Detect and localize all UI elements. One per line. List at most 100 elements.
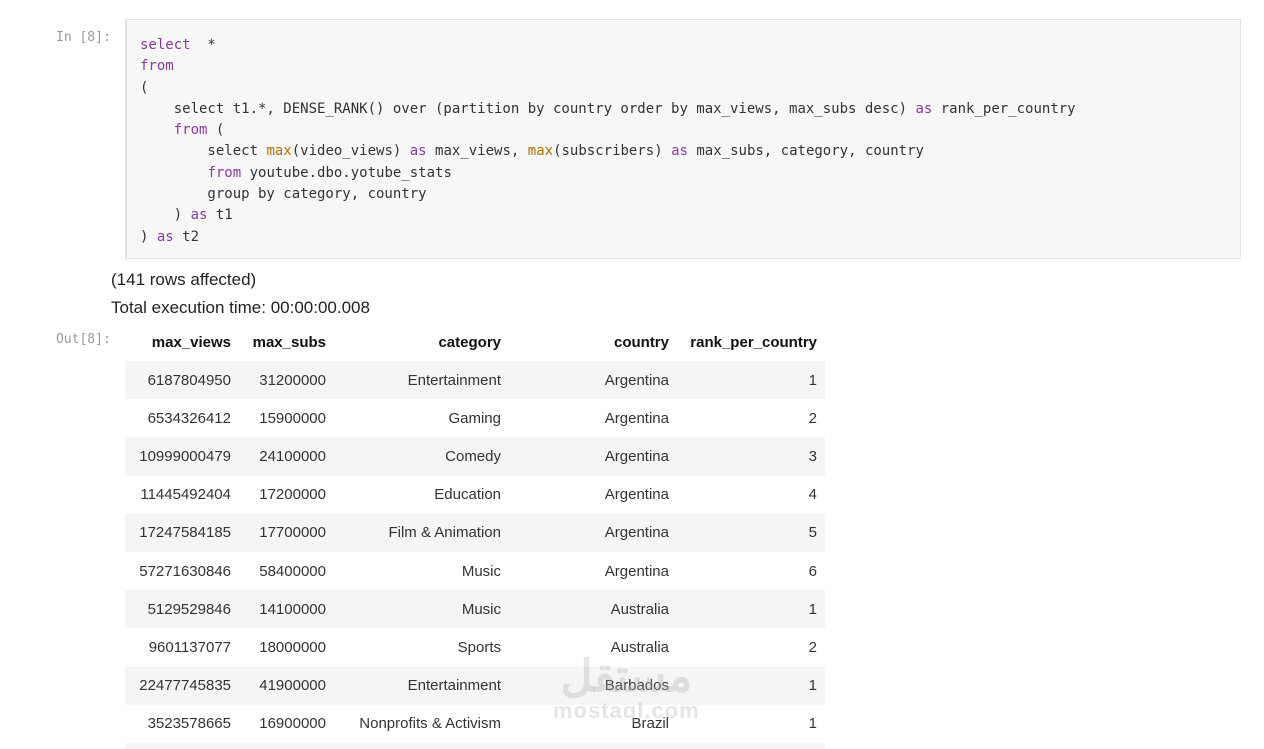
column-header-rank-per-country: rank_per_country bbox=[690, 334, 817, 351]
cell-category: Music bbox=[461, 562, 501, 580]
cell-max-subs: 16900000 bbox=[259, 715, 326, 733]
cell-country: Argentina bbox=[509, 437, 677, 476]
cell-rank: 4 bbox=[808, 486, 817, 504]
code-function: max bbox=[527, 143, 554, 160]
code-keyword: from bbox=[140, 58, 174, 75]
cell-category: Music bbox=[334, 590, 509, 629]
cell-max-views: 10999000479 bbox=[125, 437, 239, 476]
code-text: ( bbox=[140, 79, 149, 96]
cell-country bbox=[509, 742, 677, 749]
code-text: ( bbox=[207, 122, 225, 139]
code-keyword: as bbox=[915, 100, 933, 117]
cell-country: Argentina bbox=[604, 409, 669, 427]
code-keyword: as bbox=[409, 143, 427, 160]
cell-max-views: 9601137077 bbox=[148, 638, 231, 656]
cell-country: Australia bbox=[509, 590, 677, 629]
code-text: select t1.*, DENSE_RANK() over (partitio… bbox=[140, 100, 916, 117]
code-text: max_views, bbox=[426, 143, 528, 160]
cell-max-views: 5129529846 bbox=[125, 590, 239, 629]
cell-rank: 1 bbox=[808, 715, 817, 733]
code-text: youtube.dbo.yotube_stats bbox=[241, 164, 452, 181]
cell-max-subs: 24100000 bbox=[239, 437, 334, 476]
code-text: select bbox=[140, 143, 267, 160]
table-row: 5129529846 14100000 Music Australia 1 bbox=[125, 590, 825, 629]
cell-max-subs: 18000000 bbox=[259, 638, 326, 656]
input-prompt: In [8]: bbox=[56, 30, 111, 45]
cell-max-views: 3523578665 bbox=[147, 715, 231, 733]
code-text: * bbox=[190, 37, 216, 53]
cell-max-subs: 17200000 bbox=[259, 486, 326, 504]
cell-rank: 3 bbox=[677, 437, 825, 476]
table-row: 10999000479 24100000 Comedy Argentina 3 bbox=[125, 437, 825, 476]
cell-max-views: 6187804950 bbox=[125, 361, 239, 400]
cell-max-views: 11445492404 bbox=[140, 486, 231, 504]
cell-category: Comedy bbox=[334, 437, 509, 476]
cell-max-subs: 15900000 bbox=[259, 409, 326, 427]
cell-rank bbox=[677, 742, 825, 749]
code-text: ) bbox=[140, 228, 157, 245]
table-header-row: max_views max_subs category country rank… bbox=[125, 324, 825, 361]
cell-category: Sports bbox=[457, 638, 501, 656]
code-text: max_subs, category, country bbox=[687, 143, 924, 160]
code-function: max bbox=[266, 143, 292, 160]
cell-rank: 6 bbox=[808, 562, 817, 580]
output-prompt: Out[8]: bbox=[56, 332, 111, 347]
table-row: 17247584185 17700000 Film & Animation Ar… bbox=[125, 513, 825, 552]
table-row: 6534326412 15900000 Gaming Argentina 2 bbox=[125, 399, 825, 437]
cell-category bbox=[334, 742, 509, 749]
cell-max-views: 17247584185 bbox=[125, 513, 239, 552]
cell-max-subs: 58400000 bbox=[259, 562, 326, 580]
code-text: t2 bbox=[173, 228, 200, 245]
cell-category: Nonprofits & Activism bbox=[359, 715, 501, 733]
cell-max-subs: 17700000 bbox=[239, 513, 334, 552]
code-text: ) bbox=[140, 207, 191, 224]
column-header-category: category bbox=[438, 334, 501, 351]
results-table: max_views max_subs category country rank… bbox=[125, 324, 825, 749]
code-keyword: select bbox=[140, 37, 191, 53]
table-row: 6187804950 31200000 Entertainment Argent… bbox=[125, 361, 825, 400]
column-header-max-subs: max_subs bbox=[252, 334, 326, 351]
table-row: 22477745835 41900000 Entertainment Barba… bbox=[125, 666, 825, 705]
cell-country: Argentina bbox=[604, 562, 669, 580]
sql-code[interactable]: select * from ( select t1.*, DENSE_RANK(… bbox=[140, 35, 1076, 248]
cell-country: Barbados bbox=[509, 666, 677, 705]
code-text: (subscribers) bbox=[553, 143, 672, 160]
cell-max-subs: 14100000 bbox=[239, 590, 334, 629]
cell-max-views: 22477745835 bbox=[125, 666, 239, 705]
code-keyword: as bbox=[190, 207, 208, 224]
column-header-country: country bbox=[613, 334, 669, 351]
code-text: (video_views) bbox=[291, 143, 410, 160]
cell-rank: 2 bbox=[808, 409, 817, 427]
table-row: 3523578665 16900000 Nonprofits & Activis… bbox=[125, 705, 825, 743]
cell-category: Film & Animation bbox=[334, 513, 509, 552]
cell-category: Entertainment bbox=[334, 361, 509, 400]
rows-affected-message: (141 rows affected) bbox=[111, 270, 257, 289]
cell-max-subs: 31200000 bbox=[239, 361, 334, 400]
cell-country: Argentina bbox=[509, 513, 677, 552]
code-keyword: from bbox=[173, 122, 208, 139]
cell-rank: 1 bbox=[677, 590, 825, 629]
table-row bbox=[125, 742, 825, 749]
cell-rank: 1 bbox=[677, 666, 825, 705]
table-row: 9601137077 18000000 Sports Australia 2 bbox=[125, 628, 825, 666]
code-text: rank_per_country bbox=[932, 100, 1076, 117]
cell-rank: 5 bbox=[677, 513, 825, 552]
cell-country: Argentina bbox=[604, 486, 669, 504]
code-keyword: as bbox=[156, 228, 174, 245]
code-keyword: as bbox=[671, 143, 688, 160]
cell-rank: 1 bbox=[677, 361, 825, 400]
cell-country: Brazil bbox=[631, 715, 669, 733]
cell-max-views: 6534326412 bbox=[147, 409, 231, 427]
code-cell[interactable]: select * from ( select t1.*, DENSE_RANK(… bbox=[125, 19, 1241, 259]
table-row: 57271630846 58400000 Music Argentina 6 bbox=[125, 552, 825, 590]
cell-max-subs: 41900000 bbox=[239, 666, 334, 705]
cell-category: Entertainment bbox=[334, 666, 509, 705]
cell-rank: 2 bbox=[808, 638, 817, 656]
column-header-max-views: max_views bbox=[151, 334, 231, 351]
cell-max-subs bbox=[239, 742, 334, 749]
cell-category: Gaming bbox=[448, 409, 501, 427]
cell-max-views: 57271630846 bbox=[139, 562, 231, 580]
execution-time-message: Total execution time: 00:00:00.008 bbox=[111, 298, 370, 317]
cell-country: Argentina bbox=[509, 361, 677, 400]
code-keyword: from bbox=[207, 164, 242, 181]
